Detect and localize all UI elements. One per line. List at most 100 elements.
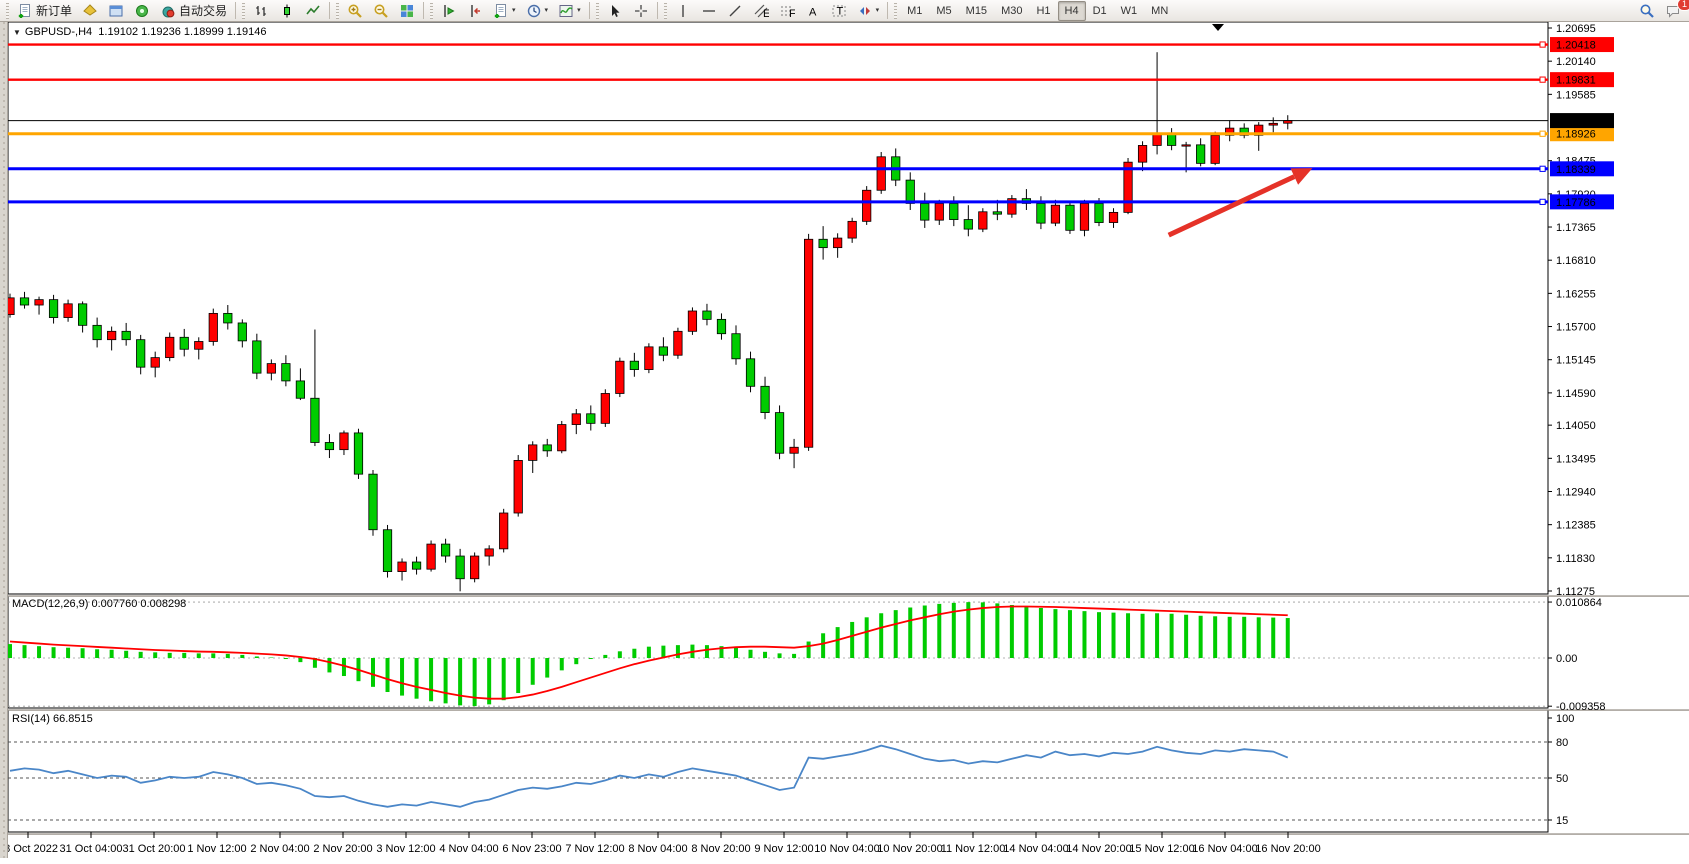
fibonacci-icon: F (779, 3, 795, 19)
zoom-in-button[interactable] (342, 0, 368, 22)
date-tick-label: 8 Nov 20:00 (691, 843, 750, 855)
toolbar-grip[interactable] (242, 3, 245, 19)
dropdown-caret-icon[interactable]: ▾ (577, 7, 581, 14)
indicators-button[interactable]: ▾ (553, 0, 586, 22)
timeframe-M1-button[interactable]: M1 (900, 1, 929, 21)
timeframe-W1-button[interactable]: W1 (1114, 1, 1145, 21)
button-label: MN (1151, 5, 1168, 17)
toolbar-grip[interactable] (6, 3, 9, 19)
date-tick-label: 4 Nov 04:00 (439, 843, 498, 855)
timeframe-H1-button[interactable]: H1 (1029, 1, 1057, 21)
strategy-tester-button[interactable] (129, 0, 155, 22)
date-tick-label: 16 Nov 20:00 (1255, 843, 1320, 855)
terminal-window-button[interactable] (103, 0, 129, 22)
toolbar-grip[interactable] (664, 3, 667, 19)
level-handle[interactable] (1540, 166, 1545, 171)
new-order-icon (17, 3, 33, 19)
equidistant-channel-button[interactable]: E (748, 0, 774, 22)
timeframe-M5-button[interactable]: M5 (929, 1, 958, 21)
panel-grip-column[interactable] (0, 22, 8, 858)
chart-title[interactable]: ▼ GBPUSD-,H4 1.19102 1.19236 1.18999 1.19… (13, 26, 267, 38)
button-label: 自动交易 (179, 2, 227, 19)
notification-badge: 1 (1677, 0, 1689, 11)
price-panel[interactable] (8, 22, 1548, 594)
toolbar-grip[interactable] (336, 3, 339, 19)
candlestick-mode-button[interactable] (274, 0, 300, 22)
chart-shift-button[interactable] (436, 0, 462, 22)
horizontal-line-button[interactable] (696, 0, 722, 22)
chart-symbol-period: GBPUSD-,H4 (25, 26, 92, 38)
price-level-badge: 1.18339 (1550, 161, 1614, 176)
timeframe-D1-button[interactable]: D1 (1086, 1, 1114, 21)
price-level-badge: 1.17786 (1550, 194, 1614, 209)
arrows-icon (857, 3, 873, 19)
toolbar-grip[interactable] (596, 3, 599, 19)
tile-windows-button[interactable] (394, 0, 420, 22)
chart-shift-icon (441, 3, 457, 19)
level-handle[interactable] (1540, 42, 1545, 47)
button-label: 新订单 (36, 2, 72, 19)
level-handle[interactable] (1540, 199, 1545, 204)
text-button[interactable]: A (800, 0, 826, 22)
bar-chart-mode-button[interactable] (248, 0, 274, 22)
line-chart-mode-button[interactable] (300, 0, 326, 22)
periods-button[interactable]: ▾ (521, 0, 554, 22)
price-tick-label: 1.19585 (1556, 89, 1596, 101)
crosshair-button[interactable] (628, 0, 654, 22)
vertical-line-button[interactable] (670, 0, 696, 22)
svg-text:1.18926: 1.18926 (1556, 129, 1596, 141)
notifications-button[interactable]: 1 (1660, 0, 1686, 22)
trendline-button[interactable] (722, 0, 748, 22)
timeframe-H4-button[interactable]: H4 (1058, 1, 1086, 21)
macd-tick-label: 0.010864 (1556, 597, 1602, 609)
auto-trading-button[interactable]: 自动交易 (155, 0, 232, 22)
price-axis[interactable]: 1.206951.201401.195851.184751.179201.173… (1548, 23, 1614, 598)
arrows-button[interactable]: ▾ (852, 0, 885, 22)
timeframe-M15-button[interactable]: M15 (959, 1, 994, 21)
rsi-value: 66.8515 (53, 713, 93, 725)
date-tick-label: 31 Oct 20:00 (123, 843, 186, 855)
rsi-tick-label: 15 (1556, 815, 1568, 827)
date-tick-label: 8 Nov 04:00 (628, 843, 687, 855)
price-level-badge: 1.19146 (1550, 113, 1614, 128)
svg-text:F: F (789, 8, 795, 19)
toolbar-grip[interactable] (430, 3, 433, 19)
fibonacci-button[interactable]: F (774, 0, 800, 22)
button-label: H4 (1065, 5, 1079, 17)
date-axis[interactable]: 28 Oct 202231 Oct 04:0031 Oct 20:001 Nov… (0, 833, 1321, 856)
level-handle[interactable] (1540, 131, 1545, 136)
date-tick-label: 28 Oct 2022 (0, 843, 58, 855)
toolbar-grip[interactable] (894, 3, 897, 19)
zoom-in-icon (347, 3, 363, 19)
new-order-button[interactable]: 新订单 (12, 0, 77, 22)
charts-profile-button[interactable] (77, 0, 103, 22)
bar-chart-icon (253, 3, 269, 19)
chart-canvas[interactable]: 1.206951.201401.195851.184751.179201.173… (0, 22, 1689, 864)
dropdown-caret-icon[interactable]: ▾ (545, 7, 549, 14)
button-label: M15 (966, 5, 987, 17)
level-handle[interactable] (1540, 77, 1545, 82)
rsi-panel[interactable] (8, 710, 1548, 832)
zoom-out-button[interactable] (368, 0, 394, 22)
search-button[interactable] (1634, 0, 1660, 22)
auto-scroll-button[interactable] (462, 0, 488, 22)
date-tick-label: 14 Nov 20:00 (1066, 843, 1131, 855)
cursor-button[interactable] (602, 0, 628, 22)
price-tick-label: 1.17365 (1556, 222, 1596, 234)
timeframe-MN-button[interactable]: MN (1144, 1, 1175, 21)
button-label: H1 (1036, 5, 1050, 17)
price-tick-label: 1.12940 (1556, 486, 1596, 498)
timeframe-M30-button[interactable]: M30 (994, 1, 1029, 21)
price-tick-label: 1.13495 (1556, 453, 1596, 465)
toolbar-separator (657, 2, 658, 19)
date-tick-label: 2 Nov 04:00 (250, 843, 309, 855)
rsi-tick-label: 50 (1556, 773, 1568, 785)
chart-ohlc-values: 1.19102 1.19236 1.18999 1.19146 (98, 26, 266, 38)
dropdown-caret-icon[interactable]: ▾ (876, 7, 880, 14)
new-chart-icon (493, 3, 509, 19)
chart-menu-arrow-icon[interactable]: ▼ (13, 28, 21, 37)
new-chart-button[interactable]: ▾ (488, 0, 521, 22)
dropdown-caret-icon[interactable]: ▾ (512, 7, 516, 14)
date-tick-label: 31 Oct 04:00 (60, 843, 123, 855)
text-label-button[interactable]: T (826, 0, 852, 22)
